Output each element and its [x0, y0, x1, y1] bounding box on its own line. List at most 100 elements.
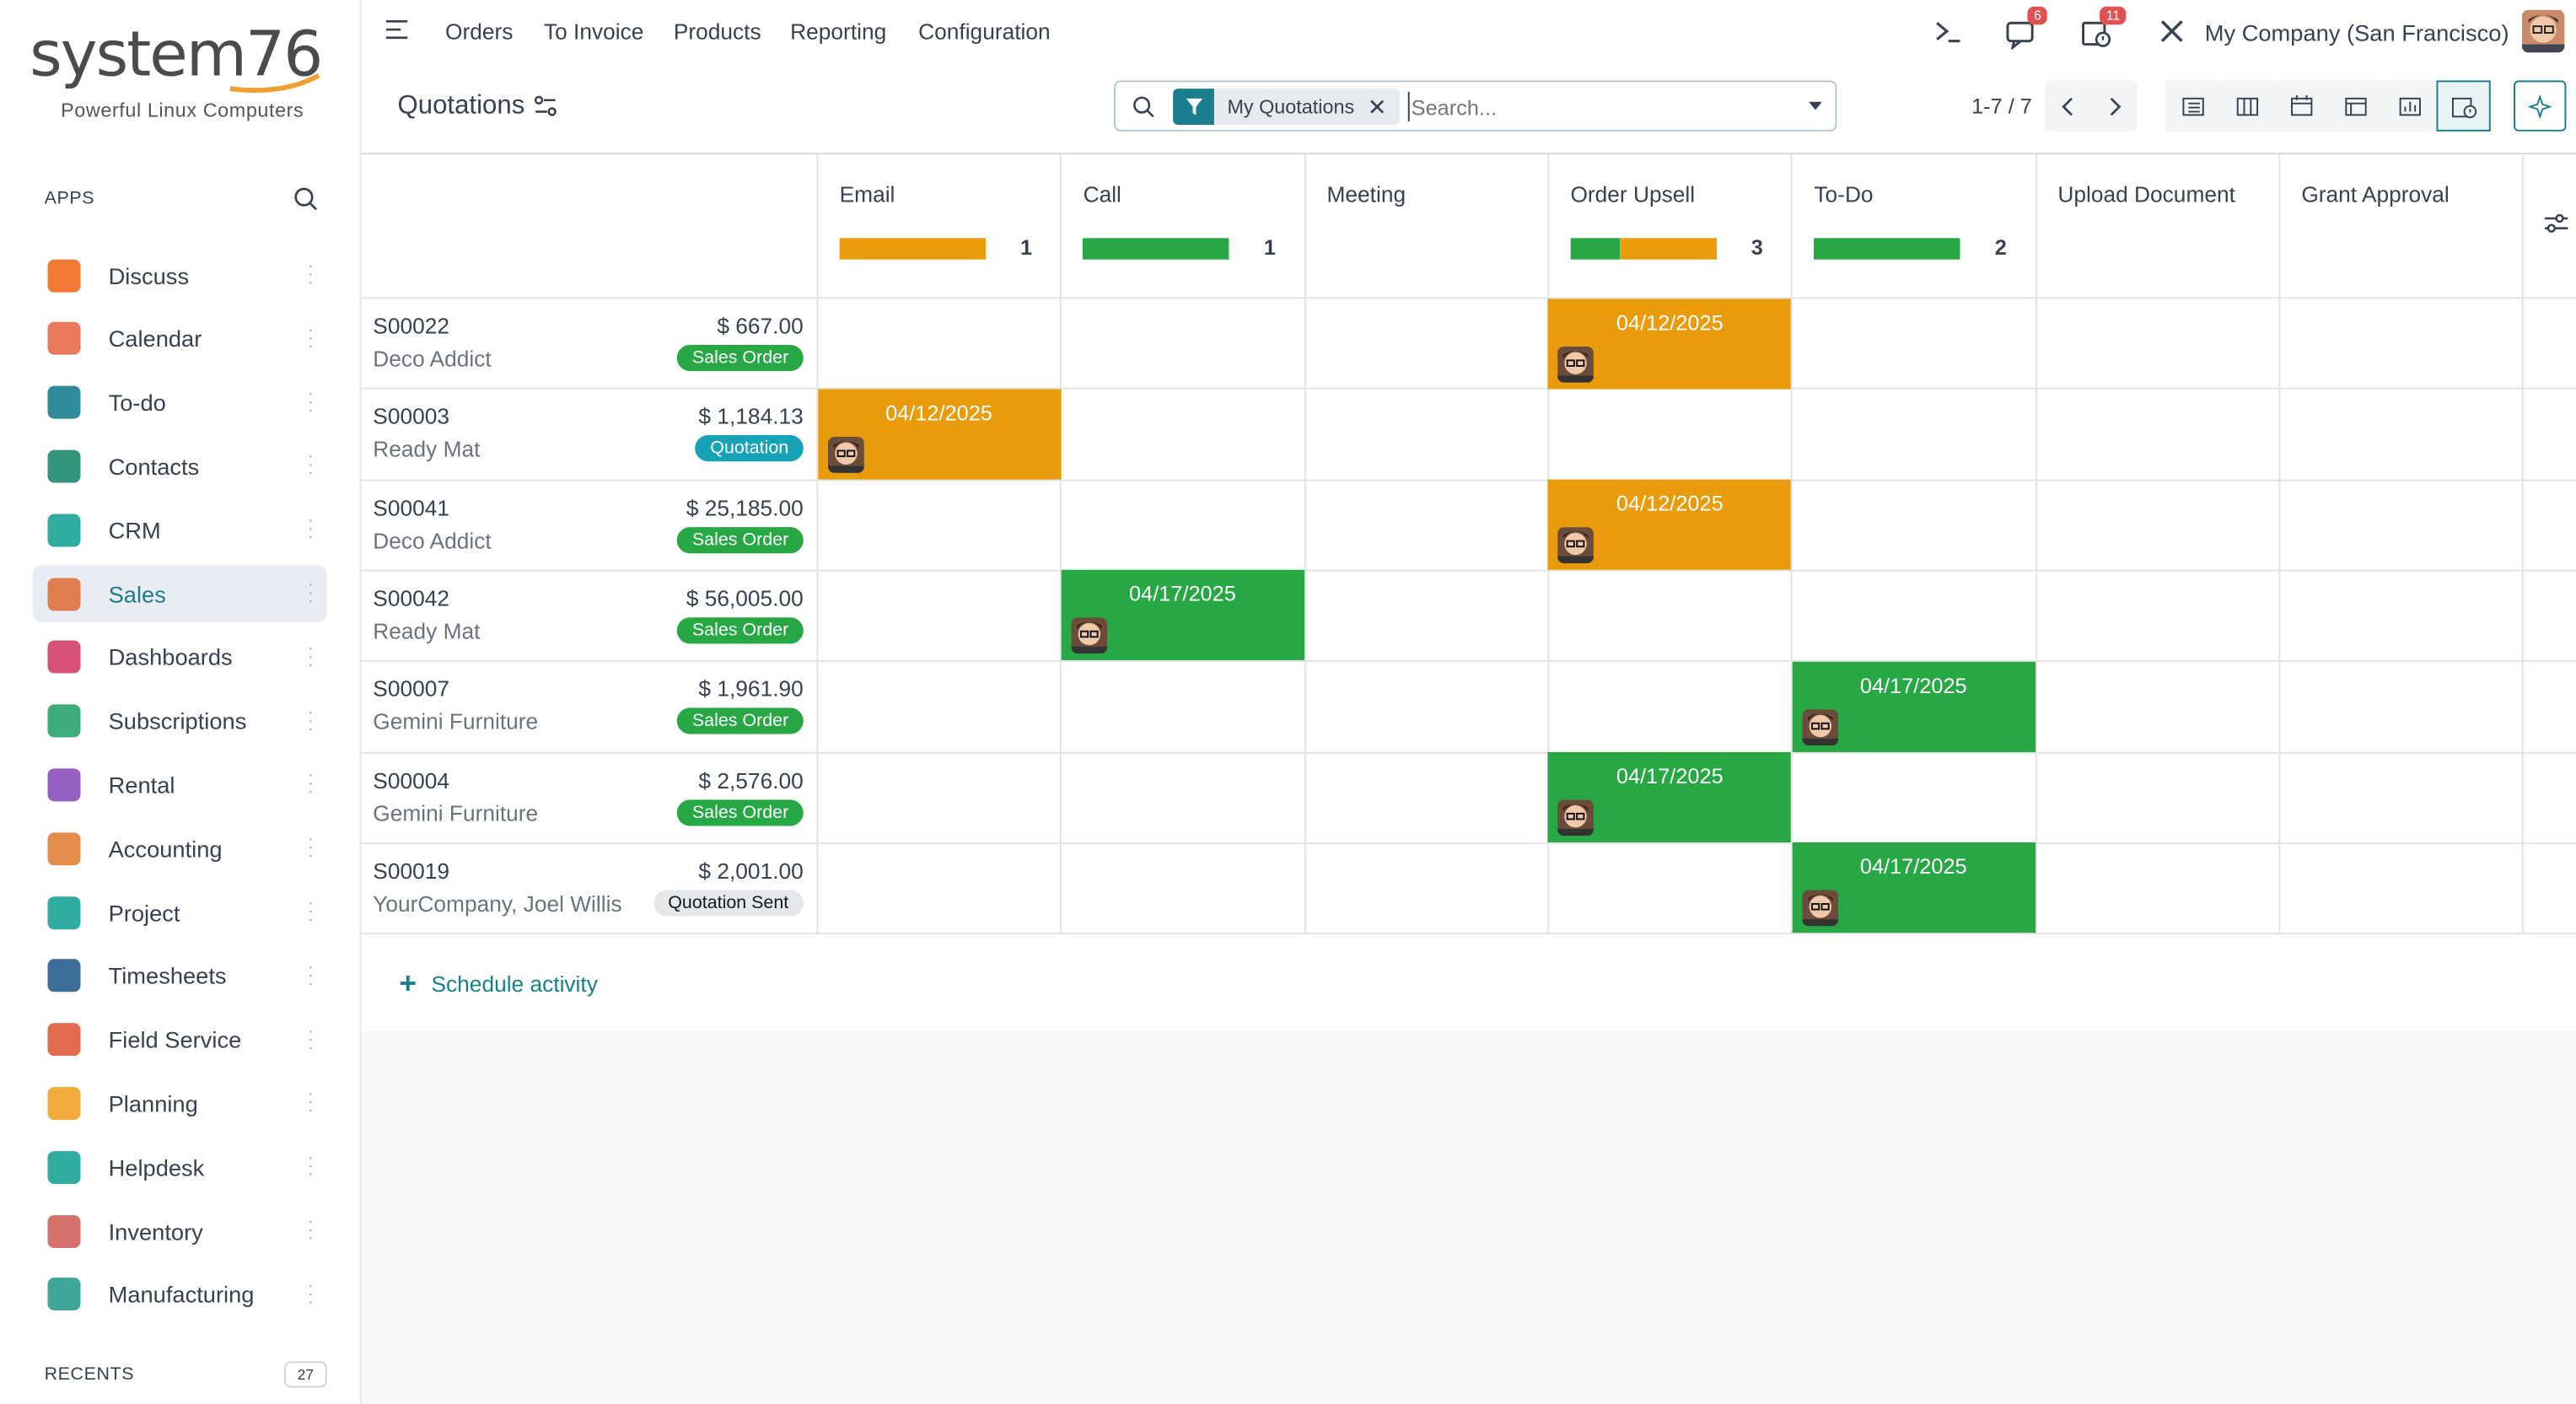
record-partner: Gemini Furniture	[373, 709, 539, 734]
ai-assistant-button[interactable]	[2514, 80, 2567, 132]
activity-cell[interactable]: 04/12/2025	[1548, 298, 1792, 389]
record-amount: $ 667.00	[717, 313, 804, 339]
search-options-toggle-icon[interactable]	[1809, 101, 1822, 110]
terminal-icon[interactable]	[1933, 16, 1963, 46]
kebab-menu-icon[interactable]: · · ·	[307, 641, 314, 674]
record-row-header[interactable]: S00022 Deco Addict $ 667.00 Sales Order	[362, 297, 817, 387]
column-header-grant-approval[interactable]: Grant Approval	[2301, 182, 2449, 207]
pager-previous-button[interactable]	[2045, 80, 2092, 132]
column-progress-bar[interactable]	[1570, 238, 1717, 260]
kebab-menu-icon[interactable]: · · ·	[307, 705, 314, 738]
column-count: 1	[1019, 234, 1033, 260]
activity-cell[interactable]: 04/12/2025	[817, 389, 1061, 480]
sidebar-item-helpdesk[interactable]: Helpdesk · · ·	[33, 1138, 327, 1196]
schedule-activity-button[interactable]: + Schedule activity	[399, 967, 597, 1002]
menu-toggle-icon[interactable]	[385, 19, 409, 40]
record-row-header[interactable]: S00003 Ready Mat $ 1,184.13 Quotation	[362, 388, 817, 478]
sidebar-item-crm[interactable]: CRM · · ·	[33, 501, 327, 558]
column-header-to-do[interactable]: To-Do	[1814, 182, 1873, 207]
sidebar-item-label: Calendar	[108, 325, 202, 352]
kebab-menu-icon[interactable]: · · ·	[307, 896, 314, 928]
search-input[interactable]	[1407, 92, 1786, 122]
activity-cell[interactable]: 04/17/2025	[1061, 570, 1304, 661]
activity-cell[interactable]: 04/12/2025	[1548, 479, 1792, 570]
kanban-view-button[interactable]	[2219, 80, 2274, 132]
column-progress-bar[interactable]	[1814, 238, 1960, 260]
graph-view-button[interactable]	[2382, 80, 2437, 132]
sidebar-item-discuss[interactable]: Discuss · · ·	[33, 246, 327, 304]
progress-segment	[1814, 238, 1960, 260]
sales-icon	[47, 577, 81, 611]
activity-cell[interactable]: 04/17/2025	[1792, 661, 2036, 752]
column-header-meeting[interactable]: Meeting	[1327, 182, 1406, 207]
kebab-menu-icon[interactable]: · · ·	[307, 1214, 314, 1247]
sidebar-item-accounting[interactable]: Accounting · · ·	[33, 820, 327, 877]
kebab-menu-icon[interactable]: · · ·	[307, 832, 314, 865]
accounting-icon	[47, 831, 81, 865]
kebab-menu-icon[interactable]: · · ·	[307, 386, 314, 419]
page-title[interactable]: Quotations	[398, 92, 525, 121]
column-header-call[interactable]: Call	[1084, 182, 1121, 207]
sidebar-item-manufacturing[interactable]: Manufacturing · · ·	[33, 1266, 327, 1323]
sidebar-item-subscriptions[interactable]: Subscriptions · · ·	[33, 692, 327, 750]
nav-configuration[interactable]: Configuration	[918, 19, 1050, 44]
facet-remove-icon[interactable]: ✕	[1368, 93, 1400, 121]
search-icon[interactable]	[1132, 95, 1154, 118]
column-progress-bar[interactable]	[839, 238, 987, 260]
activity-view-button[interactable]	[2436, 80, 2491, 132]
sidebar-item-sales[interactable]: Sales · · ·	[32, 564, 327, 623]
record-row-header[interactable]: S00004 Gemini Furniture $ 2,576.00 Sales Or…	[362, 751, 817, 842]
column-header-order-upsell[interactable]: Order Upsell	[1570, 182, 1695, 207]
pivot-view-button[interactable]	[2327, 80, 2383, 132]
kebab-menu-icon[interactable]: · · ·	[307, 514, 314, 546]
kebab-menu-icon[interactable]: · · ·	[307, 322, 314, 355]
kebab-menu-icon[interactable]: · · ·	[307, 768, 314, 801]
calendar-view-button[interactable]	[2273, 80, 2328, 132]
activity-cell[interactable]: 04/17/2025	[1548, 751, 1792, 843]
sidebar-item-timesheets[interactable]: Timesheets · · ·	[33, 947, 327, 1004]
kebab-menu-icon[interactable]: · · ·	[307, 259, 314, 292]
actions-gear-icon[interactable]	[534, 95, 557, 118]
kebab-menu-icon[interactable]: · · ·	[307, 1087, 314, 1120]
user-avatar[interactable]	[2521, 9, 2565, 53]
apps-search-icon[interactable]	[293, 186, 319, 212]
timesheets-icon	[47, 959, 81, 992]
kebab-menu-icon[interactable]: · · ·	[307, 1023, 314, 1056]
column-header-email[interactable]: Email	[840, 182, 895, 207]
sidebar-item-planning[interactable]: Planning · · ·	[33, 1074, 327, 1132]
sidebar-item-field-service[interactable]: Field Service · · ·	[33, 1011, 327, 1068]
record-row-header[interactable]: S00007 Gemini Furniture $ 1,961.90 Sales Or…	[362, 660, 817, 750]
nav-orders[interactable]: Orders	[445, 19, 513, 44]
sidebar-item-inventory[interactable]: Inventory · · ·	[33, 1202, 327, 1259]
column-settings-icon[interactable]	[2543, 212, 2569, 234]
record-row-header[interactable]: S00041 Deco Addict $ 25,185.00 Sales Order	[362, 479, 817, 569]
sidebar-item-dashboards[interactable]: Dashboards · · ·	[33, 628, 327, 686]
sidebar-item-to-do[interactable]: To-do · · ·	[33, 374, 327, 431]
kebab-menu-icon[interactable]: · · ·	[307, 1151, 314, 1184]
kebab-menu-icon[interactable]: · · ·	[307, 1278, 314, 1311]
kanban-view-icon	[2235, 96, 2258, 116]
activity-cell[interactable]: 04/17/2025	[1792, 842, 2036, 933]
nav-reporting[interactable]: Reporting	[790, 19, 886, 44]
nav-products[interactable]: Products	[674, 19, 761, 44]
kebab-menu-icon[interactable]: · · ·	[307, 449, 314, 482]
sidebar-item-calendar[interactable]: Calendar · · ·	[33, 310, 327, 368]
pager-value[interactable]: 1-7 / 7	[1971, 94, 2032, 118]
column-header-upload-document[interactable]: Upload Document	[2057, 182, 2235, 207]
nav-to-invoice[interactable]: To Invoice	[544, 19, 643, 44]
kebab-menu-icon[interactable]: · · ·	[307, 960, 314, 992]
company-switcher[interactable]: My Company (San Francisco)	[2205, 19, 2509, 46]
kebab-menu-icon[interactable]: · · ·	[307, 578, 314, 611]
debug-tools-icon[interactable]	[2157, 16, 2186, 46]
column-progress-bar[interactable]	[1083, 238, 1229, 260]
search-bar[interactable]: My Quotations ✕	[1114, 80, 1837, 132]
activity-due-date: 04/17/2025	[1859, 672, 1967, 698]
sidebar-item-rental[interactable]: Rental · · ·	[33, 756, 327, 814]
record-row-header[interactable]: S00042 Ready Mat $ 56,005.00 Sales Order	[362, 570, 817, 660]
record-row-header[interactable]: S00019 YourCompany, Joel Willis $ 2,001.00…	[362, 842, 817, 933]
sidebar-item-contacts[interactable]: Contacts · · ·	[33, 438, 327, 495]
system76-logo[interactable]: system76 Powerful Linux Computers	[30, 13, 332, 125]
list-view-button[interactable]	[2165, 80, 2220, 132]
pager-next-button[interactable]	[2091, 80, 2138, 132]
sidebar-item-project[interactable]: Project · · ·	[33, 884, 327, 941]
